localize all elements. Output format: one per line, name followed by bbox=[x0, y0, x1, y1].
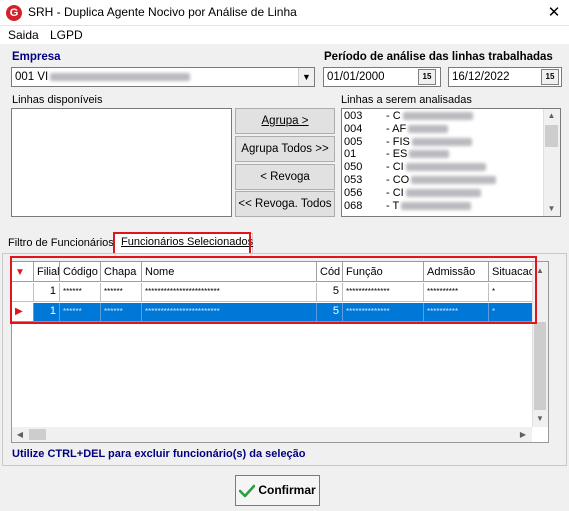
linha-code: 003 bbox=[344, 110, 363, 122]
scrollbar-thumb[interactable] bbox=[545, 125, 558, 147]
agrupa-button-label: Agrupa > bbox=[261, 115, 309, 127]
linha-name-redacted bbox=[402, 112, 473, 121]
linha-name-redacted bbox=[409, 150, 450, 159]
linha-prefix: - C bbox=[386, 110, 401, 122]
linha-name-redacted bbox=[401, 201, 472, 210]
linhas-analisadas-item[interactable]: 01 - ES bbox=[344, 148, 450, 161]
linha-name-redacted bbox=[405, 188, 481, 197]
linha-name-redacted bbox=[411, 137, 472, 146]
linha-code: 01 bbox=[344, 148, 357, 161]
app-logo-icon: G bbox=[6, 5, 22, 21]
empresa-value: 001 VI bbox=[15, 71, 49, 83]
linha-prefix: - AF bbox=[386, 122, 407, 135]
linha-prefix: - CO bbox=[386, 174, 410, 186]
window-title: SRH - Duplica Agente Nocivo por Análise … bbox=[28, 5, 297, 19]
linhas-analisadas-label: Linhas a serem analisadas bbox=[341, 94, 472, 106]
periodo-end-value: 16/12/2022 bbox=[452, 71, 510, 83]
chevron-down-icon[interactable]: ▼ bbox=[298, 68, 314, 86]
linha-prefix: - CI bbox=[386, 186, 404, 199]
scroll-up-icon[interactable]: ▲ bbox=[543, 111, 560, 120]
grid-scrollbar-h-thumb[interactable] bbox=[29, 429, 46, 440]
linhas-analisadas-item[interactable]: 056 - CI bbox=[344, 187, 481, 200]
menu-bar bbox=[0, 26, 569, 44]
linha-code: 004 bbox=[344, 122, 363, 135]
grid-highlight-box bbox=[10, 256, 537, 324]
check-icon bbox=[239, 484, 256, 498]
linhas-disponiveis-label: Linhas disponíveis bbox=[12, 94, 103, 106]
linha-code: 053 bbox=[344, 174, 363, 186]
menu-item-lgpd[interactable]: LGPD bbox=[50, 28, 83, 42]
linhas-analisadas-item[interactable]: 004 - AF bbox=[344, 122, 449, 136]
grid-scrollbar-horizontal[interactable] bbox=[12, 427, 532, 442]
scroll-down-icon[interactable]: ▼ bbox=[532, 414, 548, 423]
linha-code: 050 bbox=[344, 161, 363, 174]
revoga-button-label: < Revoga bbox=[260, 171, 310, 183]
linhas-analisadas-item[interactable]: 053 - CO bbox=[344, 174, 497, 187]
linhas-analisadas-item[interactable]: 068 - T bbox=[344, 199, 472, 213]
agrupa-todos-button[interactable]: Agrupa Todos >> bbox=[235, 136, 335, 162]
linha-code: 068 bbox=[344, 199, 363, 212]
empresa-label: Empresa bbox=[12, 51, 61, 63]
revoga-button[interactable]: < Revoga bbox=[235, 164, 335, 190]
linha-prefix: - T bbox=[386, 199, 400, 212]
calendar-icon[interactable]: 15 bbox=[541, 69, 559, 85]
revoga-todos-button-label: << Revoga. Todos bbox=[238, 198, 332, 210]
hint-text: Utilize CTRL+DEL para excluir funcionári… bbox=[12, 448, 306, 460]
linha-prefix: - ES bbox=[386, 148, 408, 161]
scroll-right-icon[interactable]: ▶ bbox=[517, 430, 529, 439]
linhas-analisadas-item[interactable]: 005 - FIS bbox=[344, 136, 472, 149]
menu-item-saida[interactable]: Saida bbox=[8, 28, 39, 42]
periodo-start-value: 01/01/2000 bbox=[327, 71, 385, 83]
linhas-analisadas-item[interactable]: 050 - CI bbox=[344, 161, 486, 174]
close-icon[interactable]: ✕ bbox=[540, 1, 568, 25]
tab-filtro-funcionarios[interactable]: Filtro de Funcionários bbox=[8, 237, 114, 249]
periodo-label: Período de análise das linhas trabalhada… bbox=[324, 51, 553, 63]
linha-code: 005 bbox=[344, 135, 363, 148]
agrupa-button[interactable]: Agrupa > bbox=[235, 108, 335, 134]
linha-prefix: - CI bbox=[386, 161, 404, 174]
linhas-analisadas-item[interactable]: 003 - C bbox=[344, 110, 473, 123]
linha-name-redacted bbox=[405, 163, 486, 172]
confirmar-button-label: Confirmar bbox=[258, 483, 316, 497]
agrupa-todos-button-label: Agrupa Todos >> bbox=[241, 143, 329, 155]
linha-code: 056 bbox=[344, 186, 363, 199]
scroll-left-icon[interactable]: ◀ bbox=[14, 430, 26, 439]
scroll-down-icon[interactable]: ▼ bbox=[543, 204, 560, 213]
grid-scrollbar-thumb[interactable] bbox=[534, 322, 546, 410]
confirmar-button[interactable]: Confirmar bbox=[235, 475, 320, 506]
calendar-icon[interactable]: 15 bbox=[418, 69, 436, 85]
linha-prefix: - FIS bbox=[386, 135, 410, 148]
linha-name-redacted bbox=[411, 176, 497, 185]
linha-name-redacted bbox=[408, 124, 449, 133]
linhas-disponiveis-list[interactable] bbox=[11, 108, 232, 217]
empresa-select[interactable]: 001 VI bbox=[11, 67, 315, 87]
revoga-todos-button[interactable]: << Revoga. Todos bbox=[235, 191, 335, 217]
